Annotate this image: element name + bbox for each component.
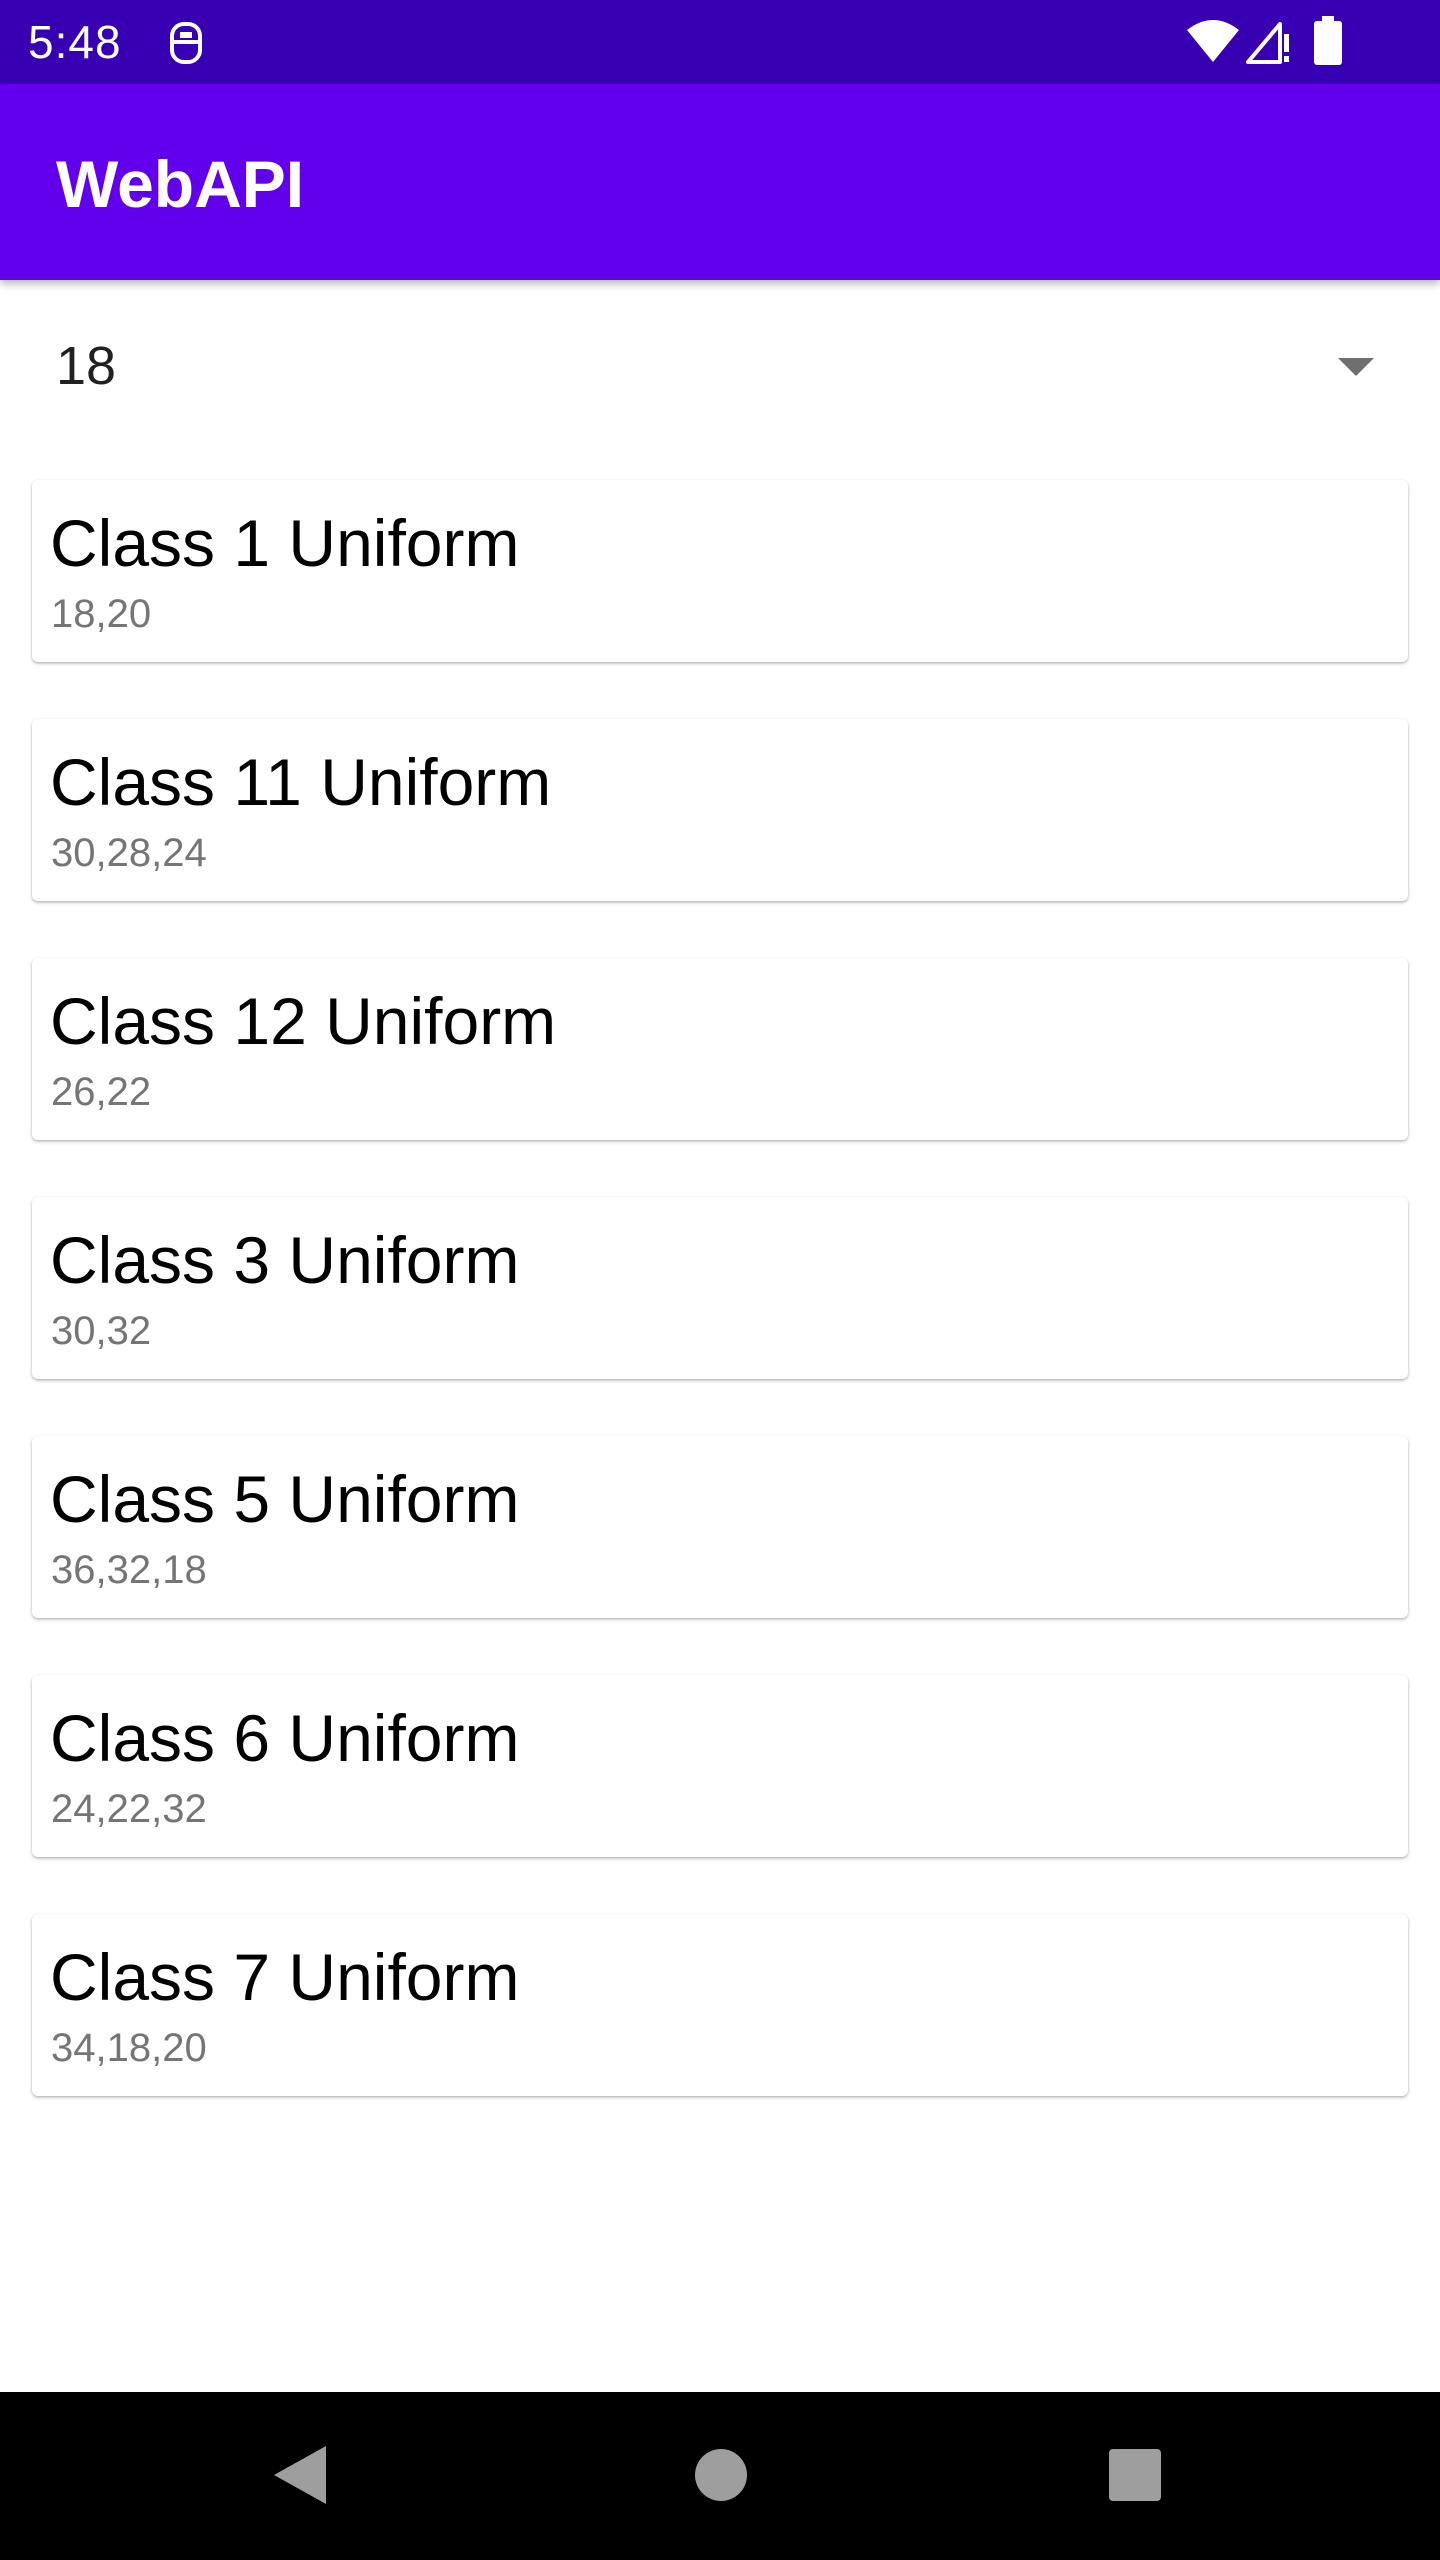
item-sizes: 30,28,24 [51, 831, 207, 875]
item-title: Class 1 Uniform [50, 506, 520, 580]
item-title: Class 3 Uniform [50, 1223, 520, 1297]
navigation-bar [0, 2392, 1440, 2560]
item-sizes: 30,32 [51, 1309, 152, 1353]
app-title: WebAPI [56, 147, 305, 221]
item-sizes: 24,22,32 [51, 1787, 207, 1831]
list-item[interactable]: Class 12 Uniform 26,22 [32, 958, 1408, 1140]
home-icon[interactable] [694, 2448, 748, 2502]
item-title: Class 7 Uniform [50, 1940, 520, 2014]
back-icon[interactable] [272, 2444, 328, 2506]
list-item[interactable]: Class 6 Uniform 24,22,32 [32, 1675, 1408, 1857]
item-title: Class 5 Uniform [50, 1462, 520, 1536]
spinner-selected-value: 18 [56, 336, 117, 396]
item-title: Class 11 Uniform [50, 745, 552, 819]
notification-app-icon [170, 22, 202, 64]
wifi-icon [1187, 20, 1239, 62]
dropdown-arrow-icon [1338, 358, 1374, 376]
status-bar: 5:48 [0, 0, 1440, 84]
signal-icon [1246, 22, 1289, 64]
item-title: Class 6 Uniform [50, 1701, 520, 1775]
battery-icon [1314, 16, 1342, 65]
list-item[interactable]: Class 5 Uniform 36,32,18 [32, 1436, 1408, 1618]
list-item[interactable]: Class 1 Uniform 18,20 [32, 480, 1408, 662]
item-sizes: 36,32,18 [51, 1548, 207, 1592]
recents-icon[interactable] [1108, 2448, 1162, 2502]
status-time: 5:48 [28, 16, 122, 68]
size-spinner[interactable]: 18 [0, 282, 1440, 452]
list-item[interactable]: Class 11 Uniform 30,28,24 [32, 719, 1408, 901]
app-bar: WebAPI [0, 84, 1440, 280]
item-sizes: 26,22 [51, 1070, 152, 1114]
list-item[interactable]: Class 7 Uniform 34,18,20 [32, 1914, 1408, 2096]
list-item[interactable]: Class 3 Uniform 30,32 [32, 1197, 1408, 1379]
item-sizes: 34,18,20 [51, 2026, 207, 2070]
item-title: Class 12 Uniform [50, 984, 557, 1058]
item-sizes: 18,20 [51, 592, 152, 636]
